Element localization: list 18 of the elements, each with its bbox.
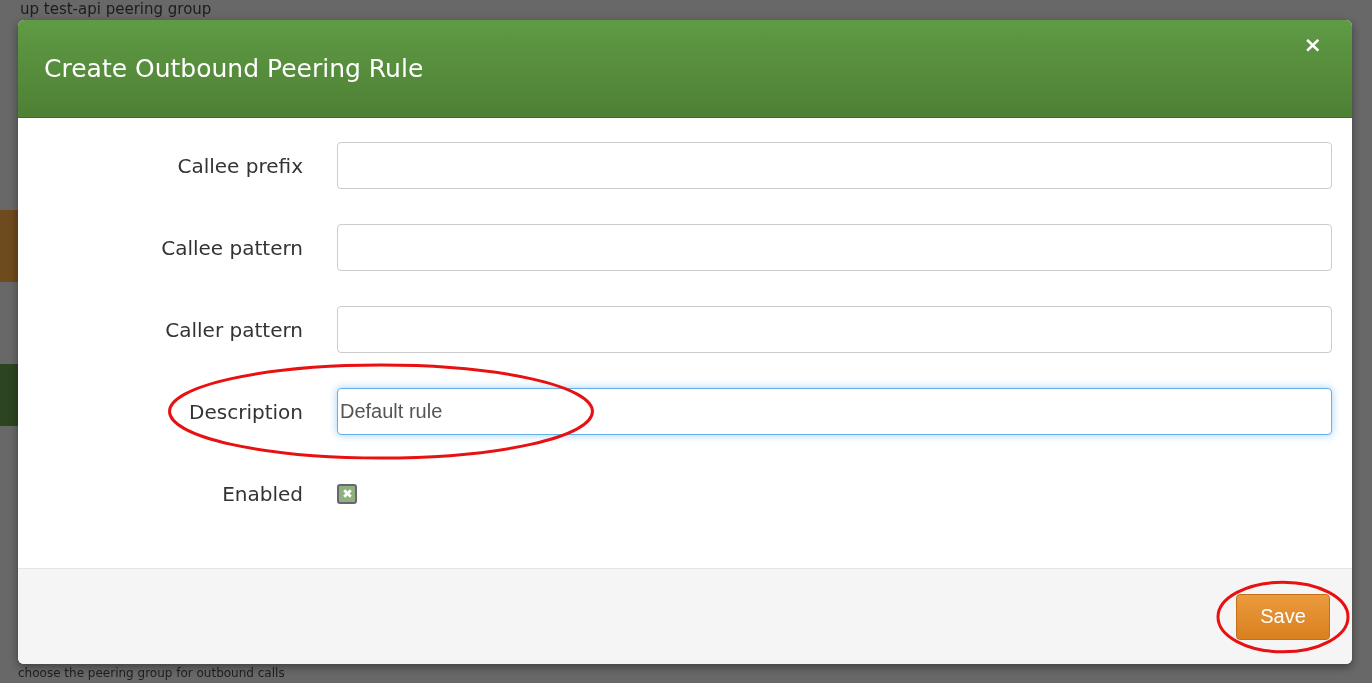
field-label: Callee prefix [176, 153, 304, 178]
field-label: Caller pattern [164, 317, 304, 342]
checkbox[interactable] [337, 483, 357, 504]
cross-icon [341, 488, 353, 499]
input-field[interactable] [337, 224, 1332, 271]
page-table-header [0, 364, 18, 426]
field-label: Callee pattern [160, 235, 304, 260]
page-description: choose the peering group for outbound calls [18, 666, 285, 681]
page-button-background [0, 210, 18, 282]
dialog-title: Create Outbound Peering Rule [44, 54, 424, 83]
page-title: up test-api peering group [20, 0, 212, 18]
field-label: Enabled [221, 481, 304, 506]
input-field[interactable] [337, 306, 1332, 353]
close-button[interactable]: × [1299, 32, 1326, 57]
save-button[interactable]: Save [1236, 593, 1330, 640]
input-field[interactable] [337, 142, 1332, 189]
input-field[interactable]: Default rule [337, 388, 1332, 435]
field-label: Description [188, 399, 304, 424]
